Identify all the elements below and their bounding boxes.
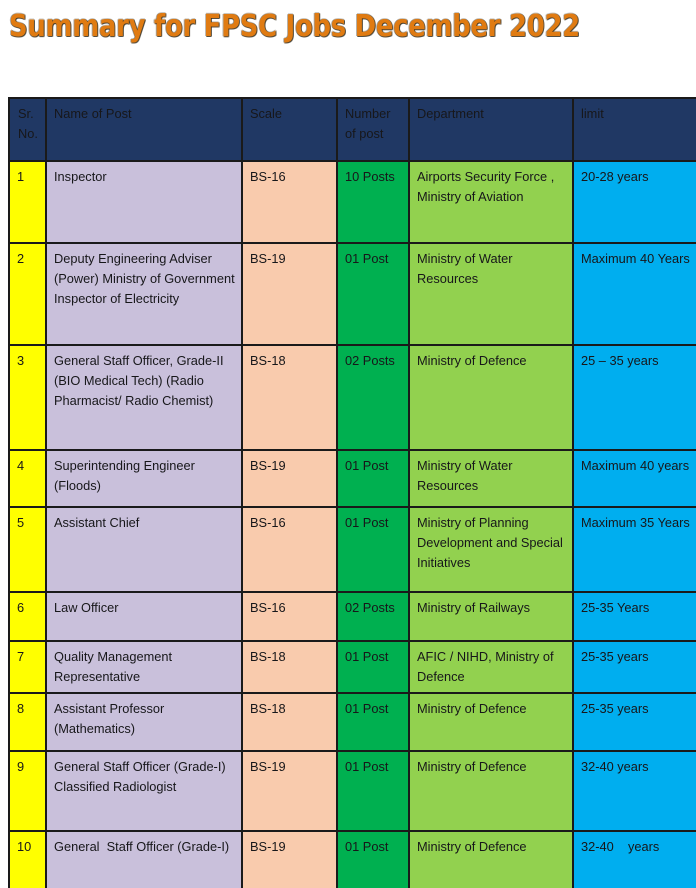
table-row: 7 Quality Management Representative BS-1…: [10, 641, 696, 694]
table-row: 6 Law Officer BS-16 02 Posts Ministry of…: [10, 592, 696, 642]
table-row: 9 General Staff Officer (Grade-I) Classi…: [10, 751, 696, 832]
cell-department: Ministry of Defence: [409, 751, 574, 832]
cell-number-of-post: 02 Posts: [337, 592, 410, 642]
cell-name-of-post: Deputy Engineering Adviser (Power) Minis…: [46, 243, 243, 346]
cell-sr-no: 3: [10, 345, 47, 451]
cell-name-of-post: General Staff Officer (Grade-I): [46, 831, 243, 888]
cell-limit: 32-40 years: [573, 751, 696, 832]
cell-department: Ministry of Railways: [409, 592, 574, 642]
cell-number-of-post: 01 Post: [337, 831, 410, 888]
column-header-number-of-post: Number of post: [337, 99, 410, 162]
cell-limit: 25-35 years: [573, 693, 696, 752]
cell-scale: BS-18: [242, 641, 338, 694]
cell-name-of-post: Quality Management Representative: [46, 641, 243, 694]
page-title: Summary for FPSC Jobs December 2022: [9, 9, 580, 44]
cell-limit: 32-40 years: [573, 831, 696, 888]
cell-department: Ministry of Defence: [409, 831, 574, 888]
cell-sr-no: 1: [10, 161, 47, 244]
table-row: 4 Superintending Engineer (Floods) BS-19…: [10, 450, 696, 508]
cell-scale: BS-16: [242, 592, 338, 642]
cell-name-of-post: Law Officer: [46, 592, 243, 642]
cell-number-of-post: 01 Post: [337, 243, 410, 346]
page-root: Summary for FPSC Jobs December 2022 Sr. …: [0, 0, 696, 888]
column-header-name-of-post: Name of Post: [46, 99, 243, 162]
cell-name-of-post: Inspector: [46, 161, 243, 244]
cell-sr-no: 2: [10, 243, 47, 346]
title-container: Summary for FPSC Jobs December 2022: [0, 8, 696, 58]
cell-number-of-post: 01 Post: [337, 641, 410, 694]
cell-limit: Maximum 40 years: [573, 450, 696, 508]
cell-scale: BS-16: [242, 161, 338, 244]
cell-limit: Maximum 40 Years: [573, 243, 696, 346]
cell-limit: Maximum 35 Years: [573, 507, 696, 593]
table-row: 5 Assistant Chief BS-16 01 Post Ministry…: [10, 507, 696, 593]
cell-sr-no: 7: [10, 641, 47, 694]
table-row: 1 Inspector BS-16 10 Posts Airports Secu…: [10, 161, 696, 244]
jobs-table: Sr. No. Name of Post Scale Number of pos…: [10, 99, 696, 888]
cell-sr-no: 9: [10, 751, 47, 832]
cell-department: Airports Security Force , Ministry of Av…: [409, 161, 574, 244]
cell-sr-no: 10: [10, 831, 47, 888]
table-body: 1 Inspector BS-16 10 Posts Airports Secu…: [10, 161, 696, 888]
cell-scale: BS-19: [242, 751, 338, 832]
cell-scale: BS-16: [242, 507, 338, 593]
jobs-table-container: Sr. No. Name of Post Scale Number of pos…: [8, 97, 696, 888]
cell-sr-no: 6: [10, 592, 47, 642]
cell-scale: BS-19: [242, 243, 338, 346]
cell-name-of-post: Assistant Chief: [46, 507, 243, 593]
cell-scale: BS-19: [242, 450, 338, 508]
cell-department: Ministry of Defence: [409, 345, 574, 451]
cell-department: Ministry of Water Resources: [409, 243, 574, 346]
cell-number-of-post: 01 Post: [337, 693, 410, 752]
column-header-sr-no: Sr. No.: [10, 99, 47, 162]
cell-name-of-post: Superintending Engineer (Floods): [46, 450, 243, 508]
cell-sr-no: 8: [10, 693, 47, 752]
table-header-row: Sr. No. Name of Post Scale Number of pos…: [10, 99, 696, 162]
cell-department: AFIC / NIHD, Ministry of Defence: [409, 641, 574, 694]
cell-limit: 25-35 years: [573, 641, 696, 694]
cell-scale: BS-18: [242, 693, 338, 752]
table-row: 3 General Staff Officer, Grade-II (BIO M…: [10, 345, 696, 451]
cell-name-of-post: General Staff Officer, Grade-II (BIO Med…: [46, 345, 243, 451]
column-header-department: Department: [409, 99, 574, 162]
cell-sr-no: 4: [10, 450, 47, 508]
cell-number-of-post: 01 Post: [337, 450, 410, 508]
table-row: 2 Deputy Engineering Adviser (Power) Min…: [10, 243, 696, 346]
cell-name-of-post: General Staff Officer (Grade-I) Classifi…: [46, 751, 243, 832]
column-header-scale: Scale: [242, 99, 338, 162]
cell-number-of-post: 01 Post: [337, 507, 410, 593]
cell-scale: BS-18: [242, 345, 338, 451]
cell-number-of-post: 02 Posts: [337, 345, 410, 451]
cell-sr-no: 5: [10, 507, 47, 593]
table-row: 8 Assistant Professor (Mathematics) BS-1…: [10, 693, 696, 752]
cell-limit: 25-35 Years: [573, 592, 696, 642]
table-header: Sr. No. Name of Post Scale Number of pos…: [10, 99, 696, 162]
table-row: 10 General Staff Officer (Grade-I) BS-19…: [10, 831, 696, 888]
cell-department: Ministry of Water Resources: [409, 450, 574, 508]
cell-limit: 25 – 35 years: [573, 345, 696, 451]
cell-department: Ministry of Defence: [409, 693, 574, 752]
cell-number-of-post: 10 Posts: [337, 161, 410, 244]
cell-number-of-post: 01 Post: [337, 751, 410, 832]
cell-department: Ministry of Planning Development and Spe…: [409, 507, 574, 593]
cell-name-of-post: Assistant Professor (Mathematics): [46, 693, 243, 752]
cell-scale: BS-19: [242, 831, 338, 888]
cell-limit: 20-28 years: [573, 161, 696, 244]
column-header-limit: limit: [573, 99, 696, 162]
